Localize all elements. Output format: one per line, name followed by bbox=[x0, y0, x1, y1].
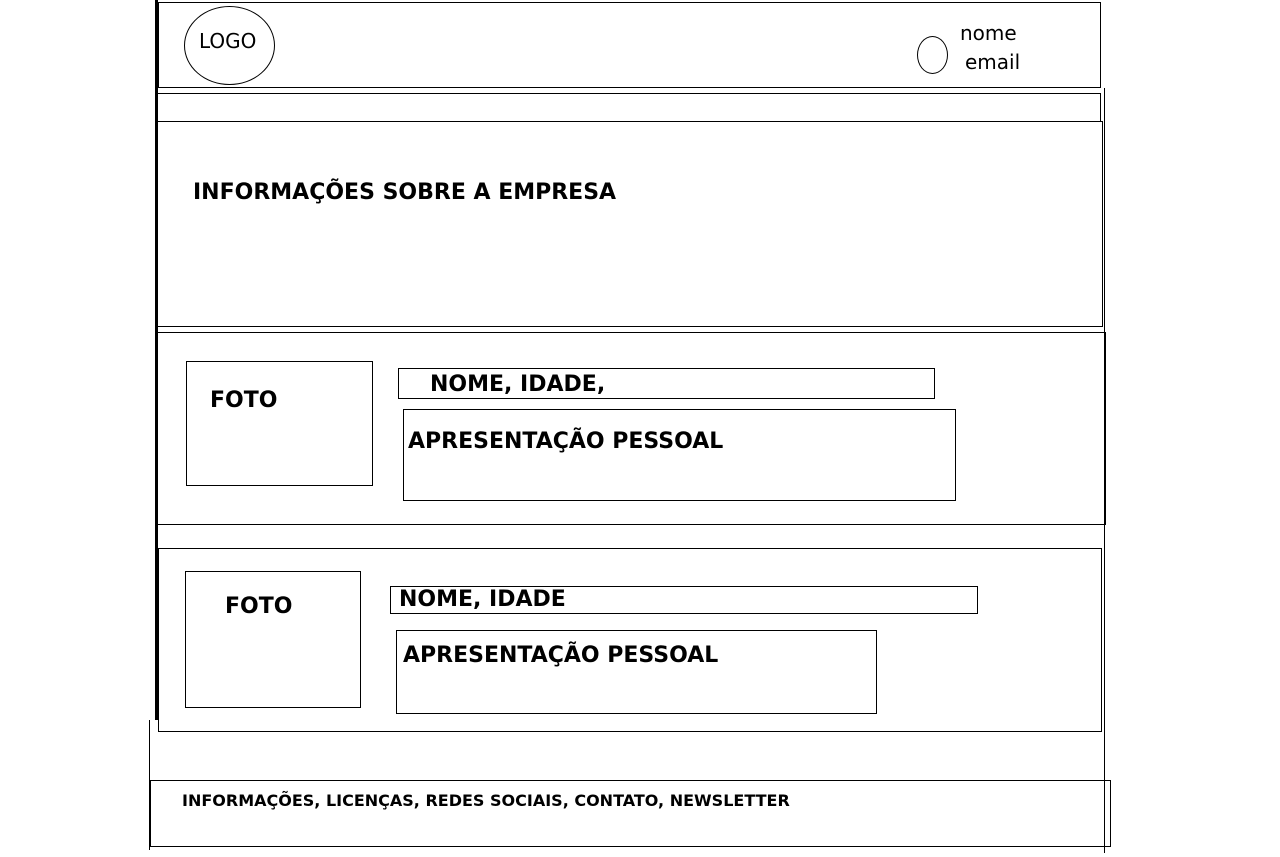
profile-name-age-label: NOME, IDADE bbox=[399, 587, 566, 612]
outer-right-line bbox=[1104, 88, 1105, 853]
profile-name-age-label: NOME, IDADE, bbox=[430, 372, 606, 397]
nav-bar bbox=[157, 93, 1101, 122]
profile-presentation bbox=[403, 409, 956, 501]
company-info-title: INFORMAÇÕES SOBRE A EMPRESA bbox=[193, 180, 617, 205]
user-email: email bbox=[965, 50, 1021, 74]
profile-photo bbox=[186, 361, 373, 486]
company-info-section bbox=[155, 121, 1103, 327]
header-box bbox=[158, 2, 1101, 88]
logo-label: LOGO bbox=[199, 29, 257, 53]
profile-presentation-label: APRESENTAÇÃO PESSOAL bbox=[408, 429, 724, 454]
profile-photo bbox=[185, 571, 361, 708]
profile-photo-label: FOTO bbox=[225, 594, 293, 619]
avatar[interactable] bbox=[917, 36, 948, 74]
user-name: nome bbox=[960, 21, 1017, 45]
profile-photo-label: FOTO bbox=[210, 388, 278, 413]
profile-presentation-label: APRESENTAÇÃO PESSOAL bbox=[403, 643, 719, 668]
footer-links: INFORMAÇÕES, LICENÇAS, REDES SOCIAIS, CO… bbox=[182, 791, 790, 810]
